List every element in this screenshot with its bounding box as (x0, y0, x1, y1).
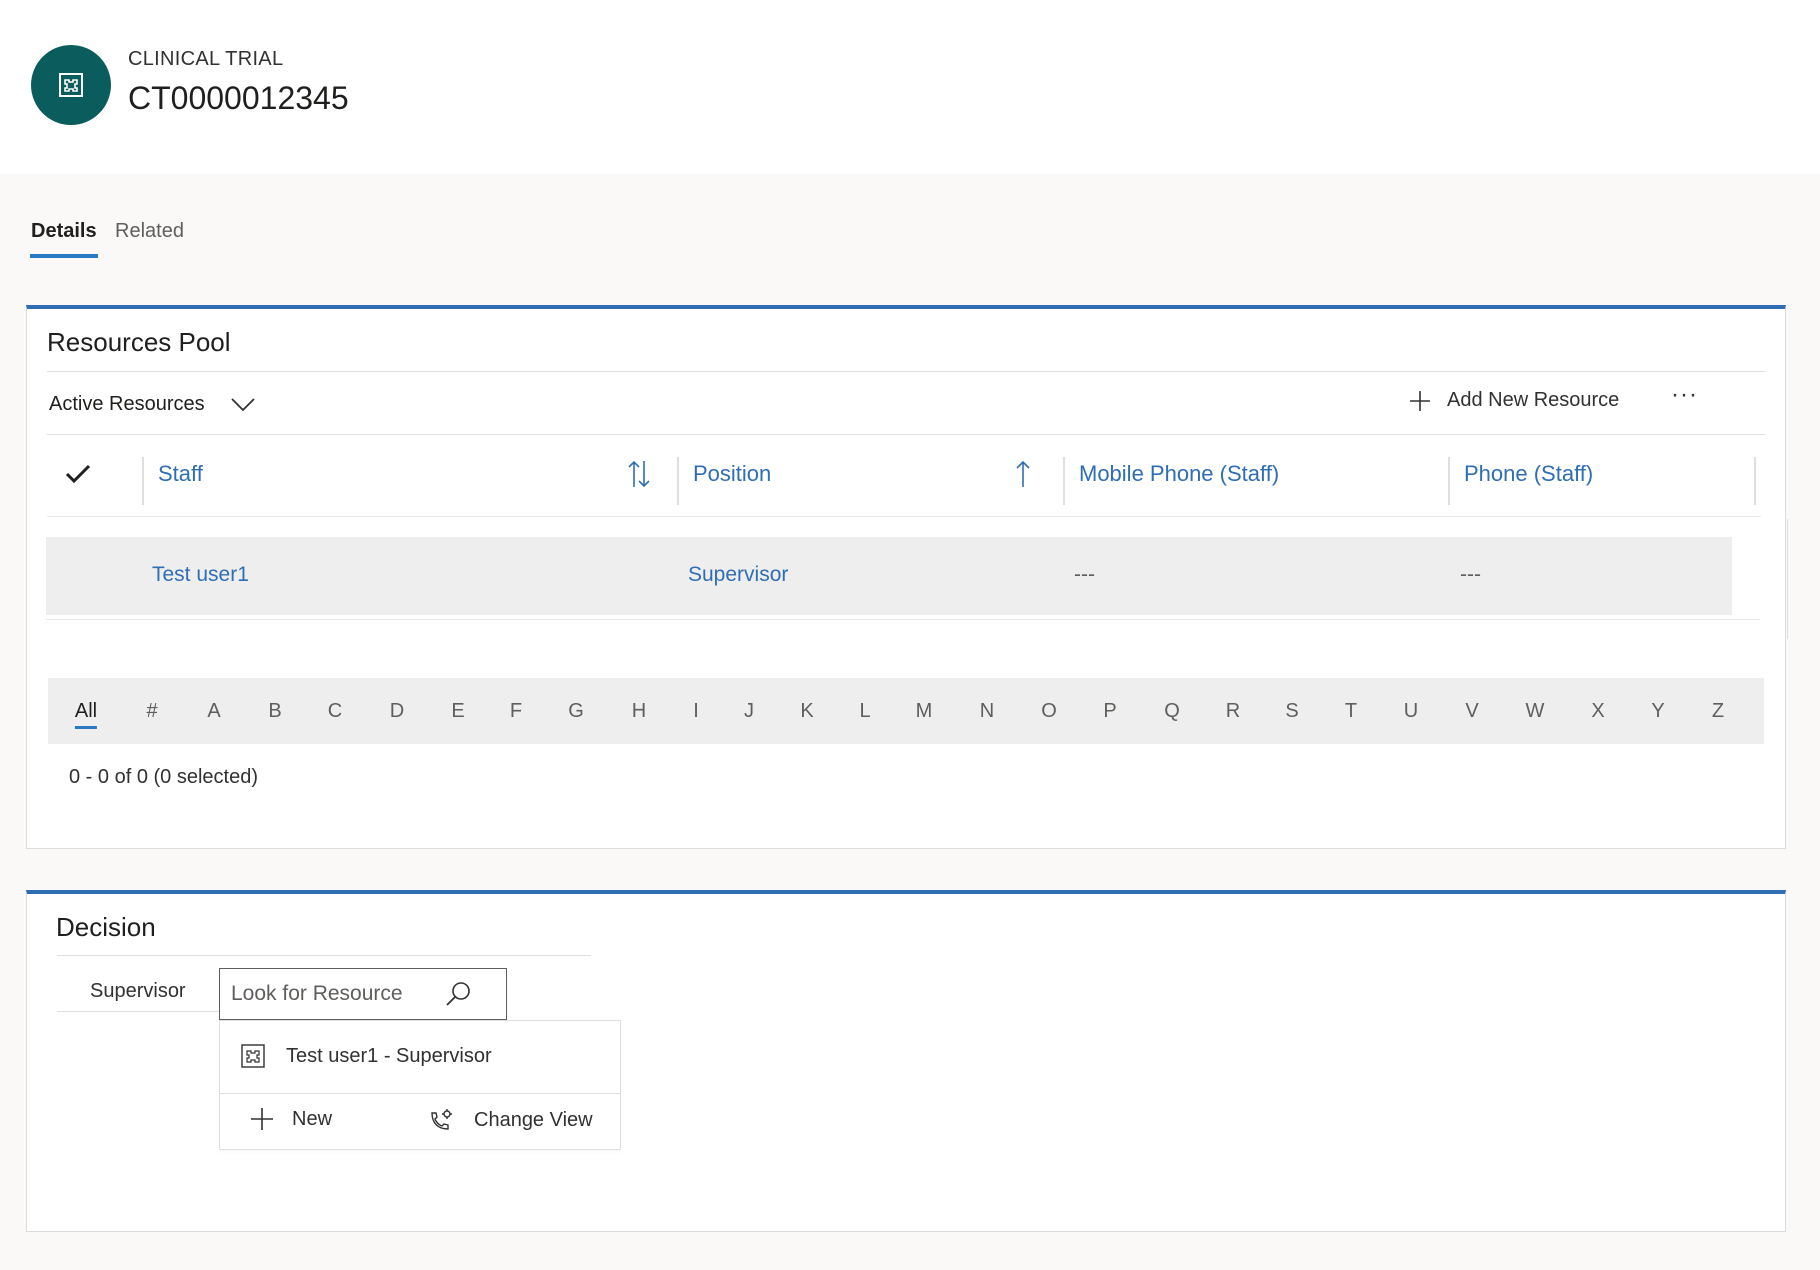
jump-b[interactable]: B (268, 700, 281, 723)
entity-icon (241, 1044, 265, 1068)
jump-all[interactable]: All (74, 700, 98, 729)
jump-m[interactable]: M (916, 700, 933, 723)
view-selector[interactable]: Active Resources (49, 393, 255, 416)
sort-both-icon[interactable] (627, 459, 651, 489)
resources-pool-section: Resources Pool Active Resources Add New … (26, 305, 1788, 849)
column-separator[interactable] (1448, 457, 1450, 505)
divider (47, 371, 1765, 372)
new-label: New (292, 1107, 333, 1130)
select-all-checkmark-icon[interactable] (65, 463, 91, 485)
table-row[interactable]: Test user1 Supervisor --- --- (46, 537, 1732, 615)
tab-related[interactable]: Related (115, 220, 184, 258)
column-separator[interactable] (1754, 457, 1756, 505)
jump-i[interactable]: I (693, 700, 699, 723)
decision-section: Decision Supervisor Test user1 - Supervi… (26, 890, 1786, 1232)
jump-a[interactable]: A (207, 700, 220, 723)
jump-v[interactable]: V (1465, 700, 1478, 723)
add-new-resource-label: Add New Resource (1447, 389, 1620, 411)
jump-z[interactable]: Z (1712, 700, 1724, 723)
column-header-staff[interactable]: Staff (158, 461, 203, 487)
record-avatar (31, 45, 111, 125)
section-title: Resources Pool (47, 327, 231, 357)
cell-mobile-phone: --- (1074, 563, 1095, 586)
cell-phone: --- (1460, 563, 1481, 586)
jump-o[interactable]: O (1041, 700, 1057, 723)
jump-l[interactable]: L (859, 700, 870, 723)
jump-w[interactable]: W (1526, 700, 1545, 723)
column-header-mobile-phone[interactable]: Mobile Phone (Staff) (1079, 461, 1279, 487)
divider (47, 434, 1765, 435)
lookup-search-input[interactable] (220, 969, 460, 1019)
jump-f[interactable]: F (510, 700, 522, 723)
chevron-down-icon (230, 397, 255, 411)
supervisor-lookup[interactable] (219, 968, 507, 1020)
view-name: Active Resources (49, 393, 205, 415)
jump-g[interactable]: G (568, 700, 584, 723)
cell-position-link[interactable]: Supervisor (688, 563, 788, 587)
jump-j[interactable]: J (744, 700, 754, 723)
cell-staff-link[interactable]: Test user1 (152, 563, 249, 587)
lookup-result-item[interactable]: Test user1 - Supervisor (220, 1021, 620, 1093)
search-icon[interactable] (444, 980, 472, 1008)
column-header-phone[interactable]: Phone (Staff) (1464, 461, 1593, 487)
tab-details[interactable]: Details (30, 220, 98, 258)
jump-d[interactable]: D (390, 700, 404, 723)
lookup-result-text: Test user1 - Supervisor (286, 1045, 492, 1067)
jump-c[interactable]: C (328, 700, 342, 723)
entity-icon (59, 73, 83, 97)
column-header-position[interactable]: Position (693, 461, 771, 487)
divider (46, 619, 1760, 620)
jump-q[interactable]: Q (1164, 700, 1180, 723)
jump-bar: All # A B C D E F G H I J K L M N O P Q … (48, 678, 1764, 744)
plus-icon (251, 1108, 273, 1130)
divider (57, 1011, 221, 1012)
change-view-icon (431, 1109, 452, 1130)
divider (57, 955, 591, 956)
change-view-button[interactable]: Change View (428, 1107, 593, 1133)
change-view-label: Change View (474, 1108, 593, 1131)
jump-hash[interactable]: # (146, 700, 157, 723)
jump-n[interactable]: N (980, 700, 994, 723)
divider (220, 1093, 620, 1094)
jump-x[interactable]: X (1591, 700, 1604, 723)
jump-t[interactable]: T (1345, 700, 1357, 723)
grid-status-text: 0 - 0 of 0 (0 selected) (69, 766, 258, 788)
divider (1787, 519, 1788, 639)
jump-k[interactable]: K (800, 700, 813, 723)
grid-header: Staff Position Mobile Phone (Staff) Phon… (47, 441, 1761, 517)
record-title: CT0000012345 (128, 80, 349, 116)
add-new-resource-button[interactable]: Add New Resource (1409, 389, 1619, 412)
section-title: Decision (56, 912, 156, 942)
more-commands-button[interactable]: ··· (1671, 381, 1698, 409)
column-separator[interactable] (1063, 457, 1065, 505)
jump-y[interactable]: Y (1651, 700, 1664, 723)
plus-icon (1410, 390, 1430, 411)
sort-ascending-icon[interactable] (1015, 459, 1031, 489)
column-separator[interactable] (142, 457, 144, 505)
entity-type-label: CLINICAL TRIAL (128, 48, 284, 70)
jump-u[interactable]: U (1404, 700, 1418, 723)
record-header: CLINICAL TRIAL CT0000012345 (0, 0, 1820, 174)
jump-s[interactable]: S (1285, 700, 1298, 723)
jump-e[interactable]: E (451, 700, 464, 723)
supervisor-field-label: Supervisor (90, 980, 186, 1002)
jump-h[interactable]: H (632, 700, 646, 723)
jump-p[interactable]: P (1103, 700, 1116, 723)
jump-r[interactable]: R (1226, 700, 1240, 723)
column-separator[interactable] (677, 457, 679, 505)
new-record-button[interactable]: New (250, 1107, 332, 1131)
lookup-results-flyout: Test user1 - Supervisor New Change View (219, 1020, 621, 1150)
